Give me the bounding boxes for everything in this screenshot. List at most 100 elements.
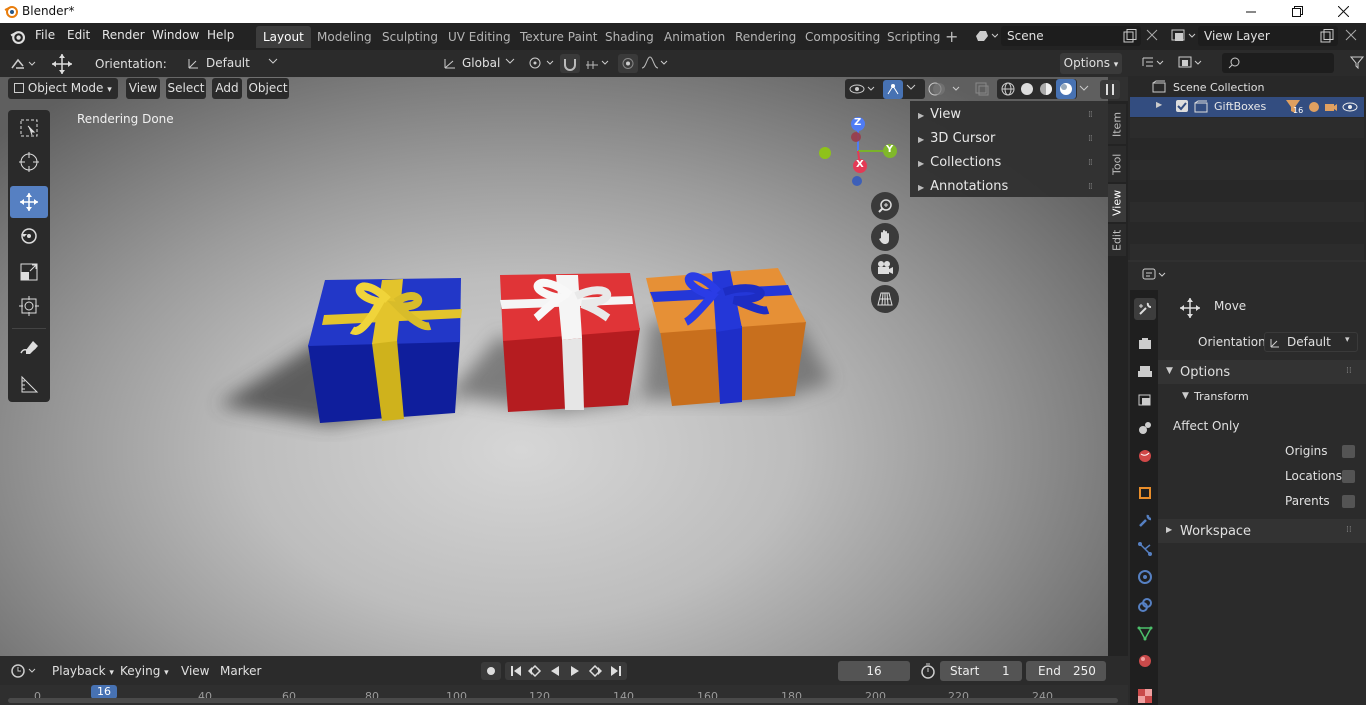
select-box-tool[interactable] bbox=[10, 112, 48, 144]
measure-tool[interactable] bbox=[10, 368, 48, 400]
play-reverse-icon[interactable] bbox=[548, 664, 562, 678]
tab-texture-paint[interactable]: Texture Paint bbox=[513, 26, 604, 48]
drag-handle-icon[interactable]: ⁞⁞ bbox=[1346, 366, 1352, 376]
xray-icon[interactable] bbox=[975, 82, 989, 96]
menu-edit[interactable]: Edit bbox=[67, 28, 90, 42]
transform-orientation-icon[interactable] bbox=[442, 56, 458, 70]
sidebar-tab-tool[interactable]: Tool bbox=[1108, 146, 1126, 182]
npanel-annotations[interactable]: ▶ Annotations bbox=[918, 179, 1008, 194]
outliner-search-input[interactable] bbox=[1222, 53, 1334, 73]
restore-button[interactable] bbox=[1274, 0, 1320, 23]
object-tab-icon[interactable] bbox=[1134, 482, 1156, 504]
drag-handle-icon[interactable]: ⁞⁞ bbox=[1088, 134, 1093, 144]
tab-uv-editing[interactable]: UV Editing bbox=[441, 26, 518, 48]
output-tab-icon[interactable] bbox=[1134, 361, 1156, 383]
scene-icon[interactable] bbox=[974, 28, 998, 44]
tab-sculpting[interactable]: Sculpting bbox=[375, 26, 445, 48]
npanel-collections[interactable]: ▶ Collections bbox=[918, 155, 1001, 170]
prev-keyframe-icon[interactable] bbox=[527, 664, 543, 678]
exclude-checkbox[interactable] bbox=[1176, 100, 1188, 112]
end-frame-field[interactable]: End 250 bbox=[1026, 661, 1106, 681]
cursor-tool[interactable] bbox=[10, 146, 48, 178]
modifier-tab-icon[interactable] bbox=[1134, 510, 1156, 532]
scene-name-field[interactable]: Scene bbox=[1001, 26, 1141, 46]
viewport-view-menu[interactable]: View bbox=[126, 78, 160, 99]
tab-shading[interactable]: Shading bbox=[598, 26, 661, 48]
view-layer-field[interactable]: View Layer bbox=[1198, 26, 1338, 46]
menu-file[interactable]: File bbox=[35, 28, 55, 42]
expanded-arrow-icon[interactable]: ▼ bbox=[1166, 366, 1173, 376]
pan-hand-icon[interactable] bbox=[871, 223, 899, 251]
view-layer-tab-icon[interactable] bbox=[1134, 389, 1156, 411]
editor-type-icon[interactable] bbox=[10, 56, 38, 72]
play-icon[interactable] bbox=[568, 664, 582, 678]
tab-rendering[interactable]: Rendering bbox=[728, 26, 803, 48]
drag-handle-icon[interactable]: ⁞⁞ bbox=[1088, 182, 1093, 192]
shading-dropdown-icon[interactable] bbox=[1079, 85, 1089, 93]
particles-tab-icon[interactable] bbox=[1134, 538, 1156, 560]
new-scene-icon[interactable] bbox=[1123, 29, 1137, 43]
orientation-dropdown[interactable]: Default ▾ bbox=[1264, 332, 1358, 352]
mode-dropdown[interactable]: Object Mode ▾ bbox=[8, 78, 118, 99]
move-tool[interactable] bbox=[10, 186, 48, 218]
view-layer-icon[interactable] bbox=[1170, 28, 1198, 44]
options-dropdown[interactable]: Options ▾ bbox=[1060, 53, 1122, 74]
jump-end-icon[interactable] bbox=[609, 664, 623, 678]
timeline-marker-menu[interactable]: Marker bbox=[220, 664, 261, 678]
pivot-point-icon[interactable] bbox=[527, 55, 557, 71]
tab-animation[interactable]: Animation bbox=[657, 26, 732, 48]
start-frame-field[interactable]: Start 1 bbox=[940, 661, 1022, 681]
blender-menu-icon[interactable] bbox=[10, 29, 25, 44]
annotate-tool[interactable] bbox=[10, 332, 48, 364]
locations-checkbox[interactable] bbox=[1342, 470, 1355, 483]
transform-orientation-value[interactable]: Global bbox=[462, 56, 500, 70]
perspective-grid-icon[interactable] bbox=[871, 285, 899, 313]
collapsed-arrow-icon[interactable]: ▶ bbox=[1166, 525, 1172, 534]
expand-arrow-icon[interactable]: ▶ bbox=[1156, 100, 1162, 109]
timeline-scrollbar[interactable] bbox=[8, 698, 1118, 703]
scene-tab-icon[interactable] bbox=[1134, 417, 1156, 439]
snap-toggle-icon[interactable] bbox=[560, 54, 580, 73]
expanded-arrow-icon[interactable]: ▼ bbox=[1182, 391, 1189, 401]
close-button[interactable] bbox=[1320, 0, 1366, 23]
tab-modeling[interactable]: Modeling bbox=[310, 26, 379, 48]
menu-window[interactable]: Window bbox=[152, 28, 199, 42]
drag-handle-icon[interactable]: ⁞⁞ bbox=[1088, 158, 1093, 168]
tab-layout[interactable]: Layout bbox=[256, 26, 311, 48]
outliner-editor-type-icon[interactable] bbox=[1142, 55, 1168, 71]
playback-menu[interactable]: Playback ▾ bbox=[52, 664, 114, 678]
stopwatch-icon[interactable] bbox=[920, 663, 936, 679]
filter-icon[interactable] bbox=[1350, 55, 1364, 69]
move-tool-icon[interactable] bbox=[50, 53, 74, 75]
transform-subpanel-title[interactable]: Transform bbox=[1194, 390, 1249, 403]
minimize-button[interactable] bbox=[1228, 0, 1274, 23]
display-mode-icon[interactable] bbox=[1178, 55, 1206, 71]
global-dropdown-icon[interactable] bbox=[505, 58, 515, 66]
jump-start-icon[interactable] bbox=[509, 664, 523, 678]
orientation-value[interactable]: Default bbox=[206, 56, 250, 70]
constraints-tab-icon[interactable] bbox=[1134, 594, 1156, 616]
keying-menu[interactable]: Keying ▾ bbox=[120, 664, 169, 678]
data-tab-icon[interactable] bbox=[1134, 622, 1156, 644]
viewport-add-menu[interactable]: Add bbox=[212, 78, 242, 99]
tab-compositing[interactable]: Compositing bbox=[798, 26, 887, 48]
tab-scripting[interactable]: Scripting bbox=[880, 26, 947, 48]
menu-render[interactable]: Render bbox=[102, 28, 145, 42]
parents-checkbox[interactable] bbox=[1342, 495, 1355, 508]
gizmo-dropdown-icon[interactable] bbox=[906, 84, 916, 92]
sidebar-tab-edit[interactable]: Edit bbox=[1108, 224, 1126, 256]
world-tab-icon[interactable] bbox=[1134, 445, 1156, 467]
next-keyframe-icon[interactable] bbox=[587, 664, 603, 678]
material-tab-icon[interactable] bbox=[1134, 650, 1156, 672]
visibility-icon[interactable] bbox=[849, 82, 877, 96]
falloff-icon[interactable] bbox=[640, 55, 670, 71]
npanel-3d-cursor[interactable]: ▶ 3D Cursor bbox=[918, 131, 995, 146]
scale-tool[interactable] bbox=[10, 256, 48, 288]
snap-target-icon[interactable] bbox=[584, 55, 612, 71]
npanel-view[interactable]: ▶ View bbox=[918, 107, 961, 122]
tool-tab-icon[interactable] bbox=[1134, 298, 1156, 320]
render-tab-icon[interactable] bbox=[1134, 333, 1156, 355]
toggle-sidebar-icon[interactable] bbox=[1100, 80, 1120, 99]
proportional-edit-icon[interactable] bbox=[618, 54, 638, 73]
current-frame-field[interactable]: 16 bbox=[838, 661, 910, 681]
